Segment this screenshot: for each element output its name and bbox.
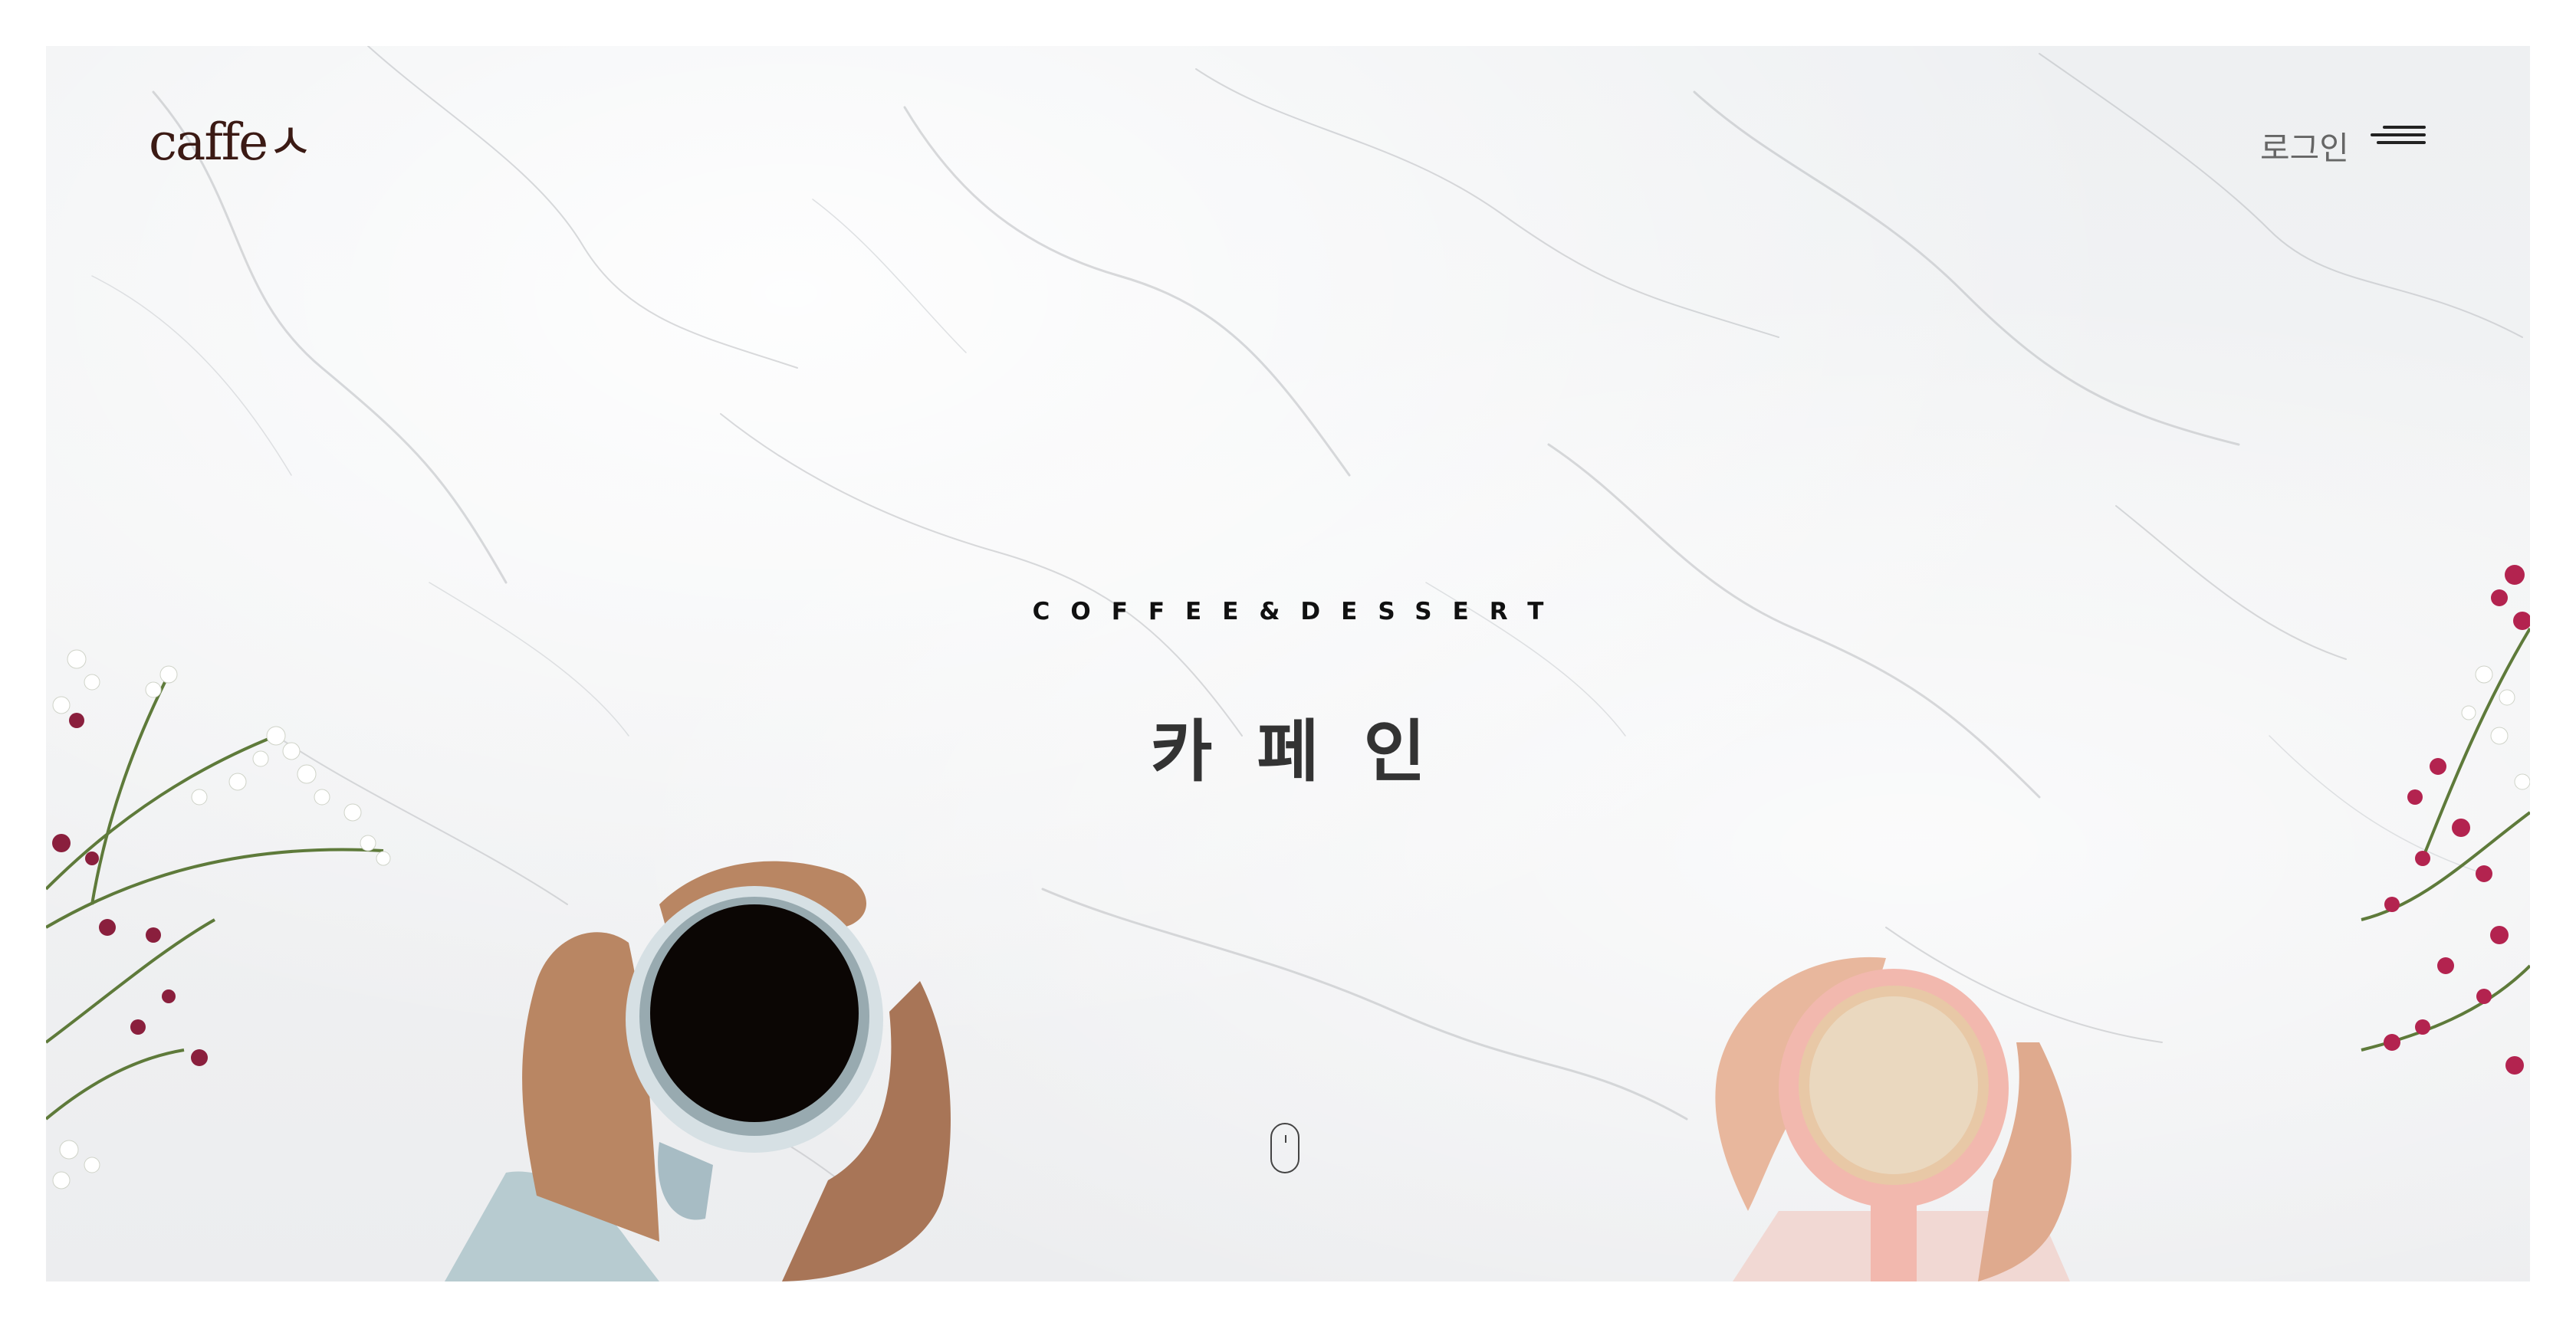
hamburger-icon[interactable] [2371, 126, 2426, 152]
hero-title: 카페인 [1150, 712, 1470, 791]
login-link[interactable]: 로그인 [2260, 123, 2349, 169]
mouse-scroll-icon[interactable] [1270, 1123, 1300, 1173]
cup-right-illustration [1715, 957, 2072, 1281]
hero-banner: caffeㅅ 로그인 COFFEE&DESSERT 카페인 [46, 46, 2530, 1281]
site-logo[interactable]: caffeㅅ [149, 101, 314, 175]
hero-subtitle: COFFEE&DESSERT [1032, 598, 1565, 625]
